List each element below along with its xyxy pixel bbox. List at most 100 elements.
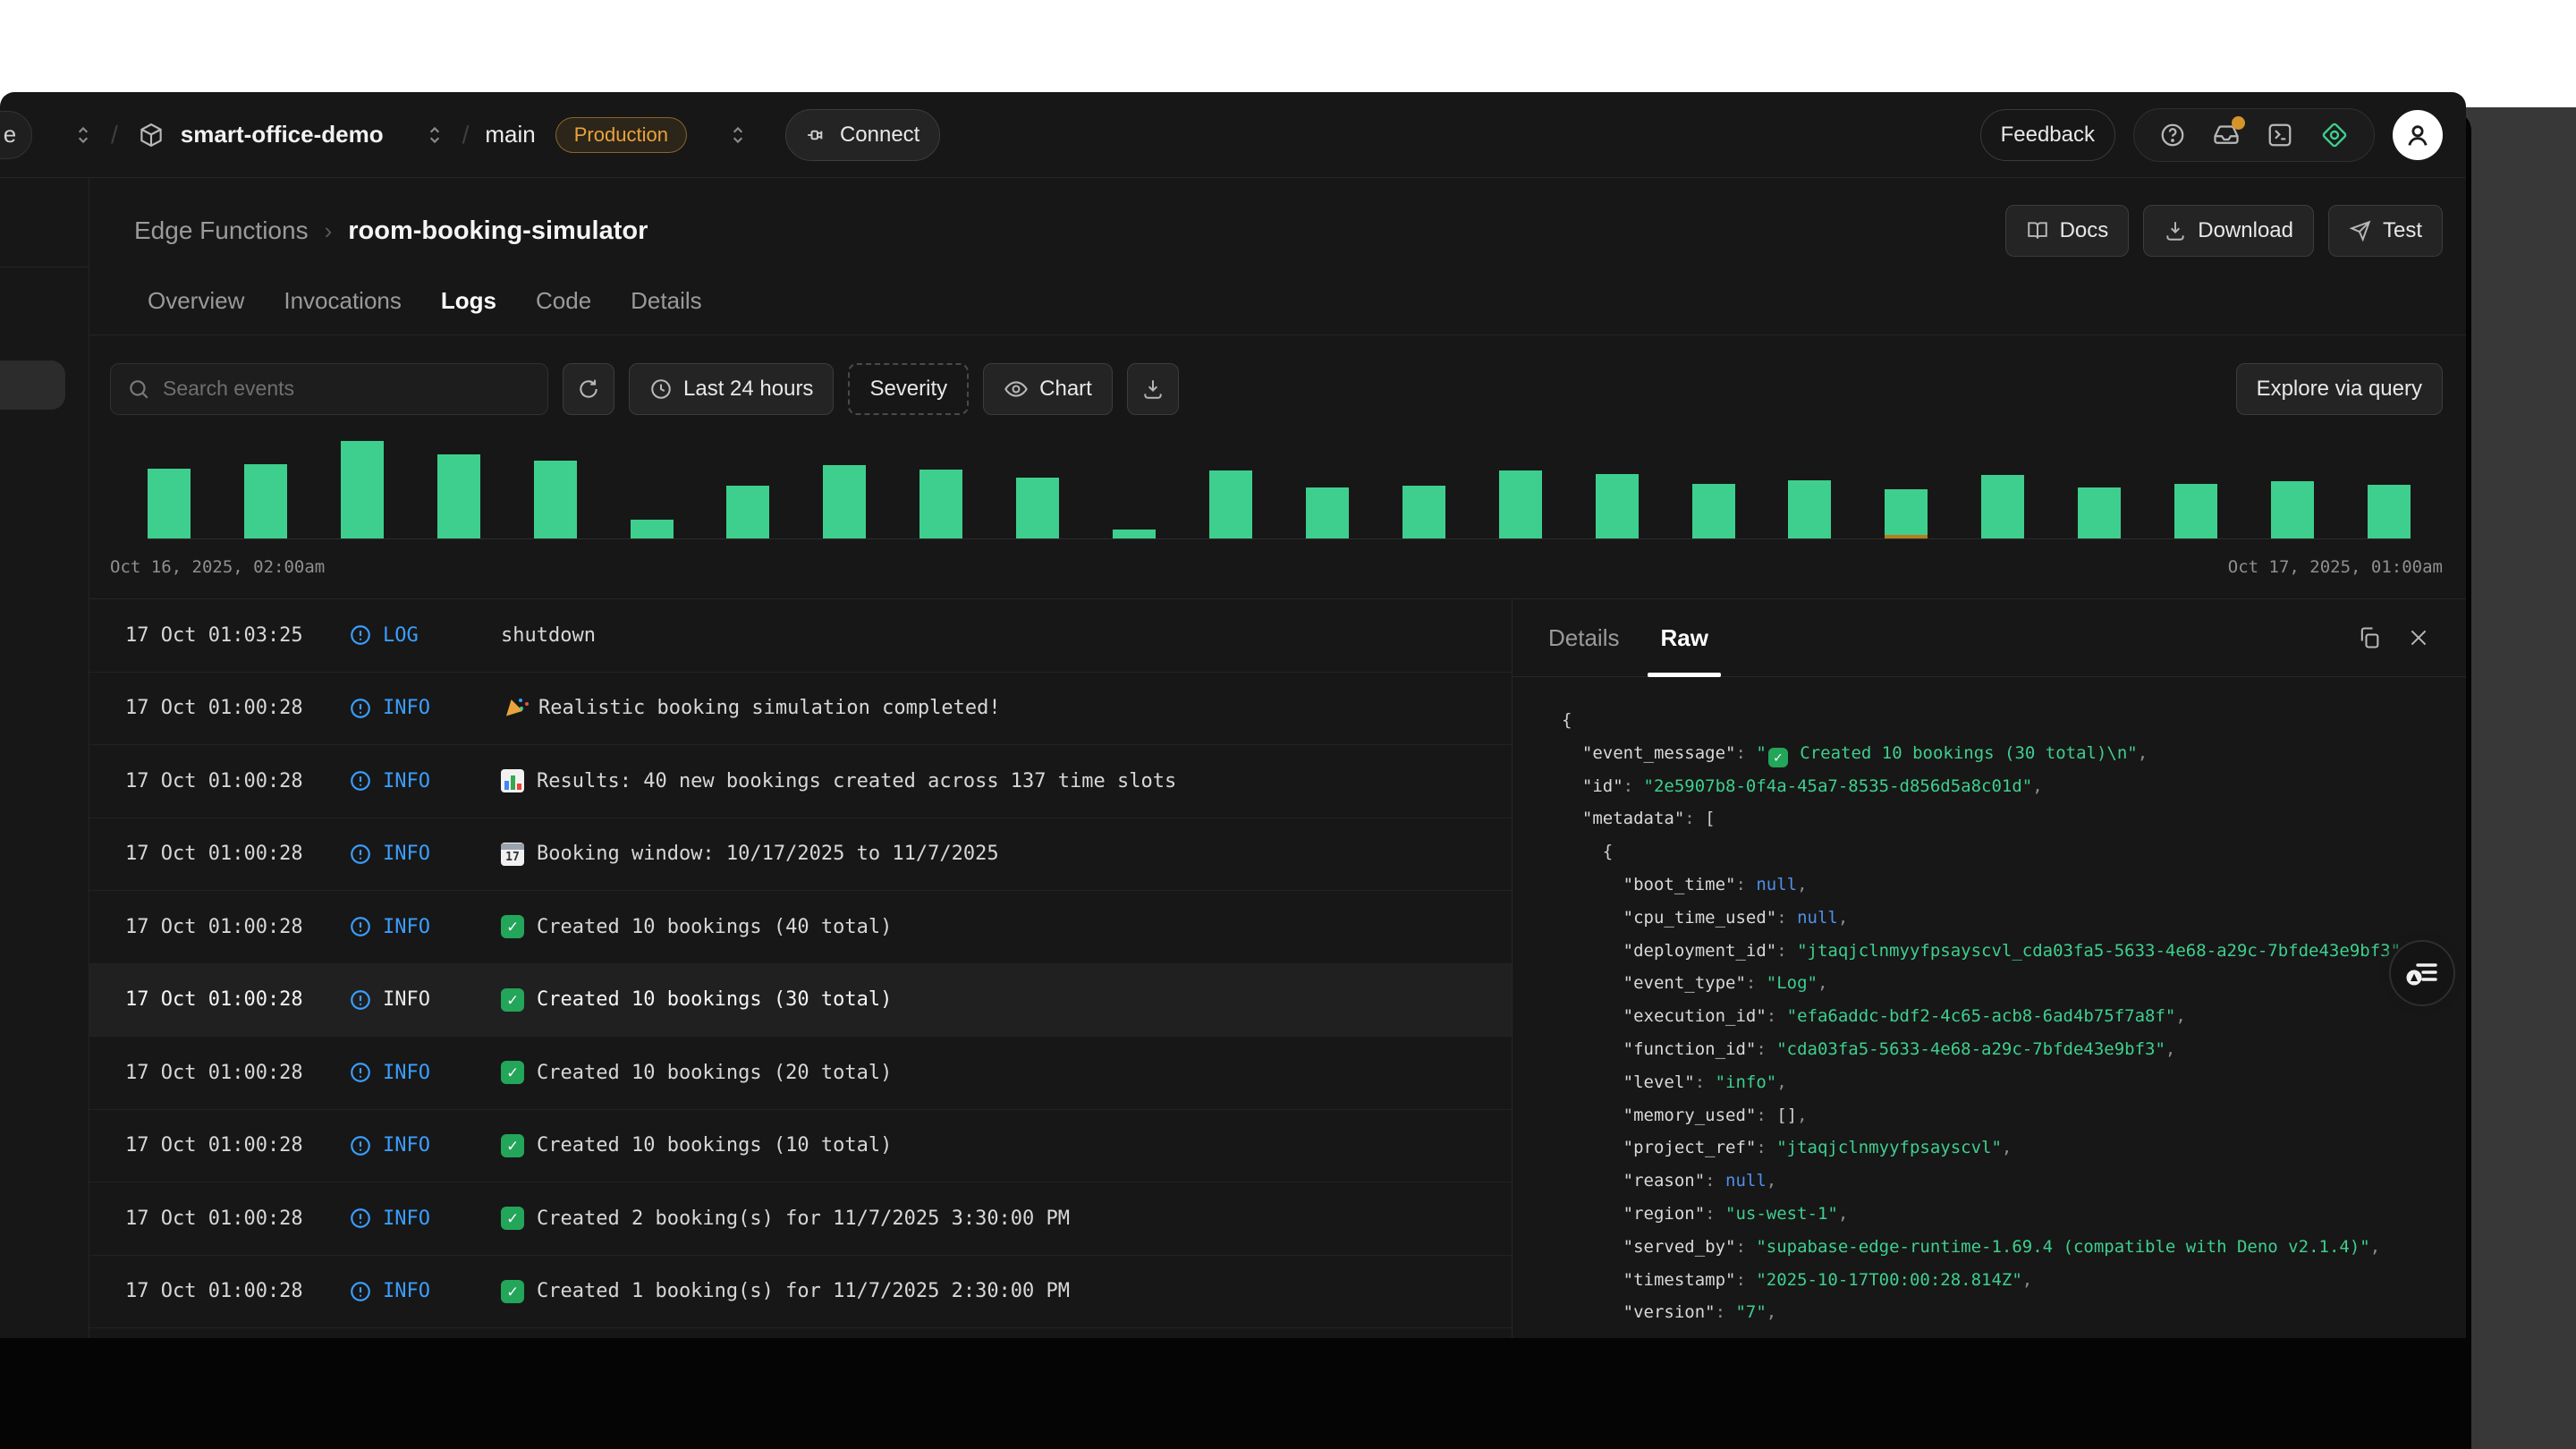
chart-bar[interactable] bbox=[1113, 441, 1156, 538]
project-breadcrumb: e / smart-office-demo / main Production bbox=[0, 109, 940, 161]
log-row[interactable]: 17 Oct 01:00:28INFORealistic booking sim… bbox=[89, 673, 1512, 746]
chart-bar[interactable] bbox=[726, 441, 769, 538]
topbar-right: Feedback bbox=[1980, 108, 2443, 162]
log-row[interactable]: 17 Oct 01:00:28INFO✓Created 2 booking(s)… bbox=[89, 1182, 1512, 1256]
sidebar-active-item[interactable] bbox=[0, 360, 65, 410]
chart-bar[interactable] bbox=[1981, 441, 2024, 538]
log-row[interactable]: 17 Oct 01:00:28INFO✓Created 10 bookings … bbox=[89, 891, 1512, 964]
help-icon[interactable] bbox=[2159, 122, 2186, 148]
alert-circle-icon bbox=[349, 623, 372, 647]
assistant-icon bbox=[2403, 954, 2441, 992]
feedback-button[interactable]: Feedback bbox=[1980, 109, 2115, 161]
chart-bar[interactable] bbox=[148, 441, 191, 538]
log-row[interactable]: 17 Oct 01:00:28INFO✓Created 1 booking(s)… bbox=[89, 1256, 1512, 1329]
chart-bar[interactable] bbox=[534, 441, 577, 538]
chevrons-updown-icon[interactable] bbox=[726, 123, 750, 147]
chart-bar[interactable] bbox=[1499, 441, 1542, 538]
severity-badge: INFO bbox=[349, 843, 501, 866]
chart-bar[interactable] bbox=[437, 441, 480, 538]
chart-bar[interactable] bbox=[1596, 441, 1639, 538]
log-row[interactable]: 17 Oct 01:00:28INFO✓Created 10 bookings … bbox=[89, 1110, 1512, 1183]
alert-circle-icon bbox=[349, 769, 372, 792]
org-switcher-partial[interactable]: e bbox=[0, 111, 32, 159]
chart-bar[interactable] bbox=[2174, 441, 2217, 538]
alert-circle-icon bbox=[349, 1061, 372, 1084]
download-label: Download bbox=[2198, 218, 2293, 243]
json-line: "function_id": "cda03fa5-5633-4e68-a29c-… bbox=[1562, 1033, 2466, 1066]
terminal-icon[interactable] bbox=[2267, 122, 2293, 148]
chart-bar[interactable] bbox=[1788, 441, 1831, 538]
log-row[interactable]: 17 Oct 01:00:28INFO✓Created 10 bookings … bbox=[89, 964, 1512, 1038]
log-row[interactable]: 17 Oct 01:00:28INFOResults: 40 new booki… bbox=[89, 745, 1512, 818]
close-icon[interactable] bbox=[2407, 626, 2430, 649]
log-message: Results: 40 new bookings created across … bbox=[501, 769, 1176, 792]
chart-bar[interactable] bbox=[1402, 441, 1445, 538]
tab-logs[interactable]: Logs bbox=[441, 287, 496, 315]
avatar[interactable] bbox=[2393, 110, 2443, 160]
chart-bar[interactable] bbox=[1692, 441, 1735, 538]
chevrons-updown-icon[interactable] bbox=[423, 123, 446, 147]
severity-badge: INFO bbox=[349, 988, 501, 1012]
explore-via-query-button[interactable]: Explore via query bbox=[2236, 363, 2443, 415]
refresh-icon bbox=[577, 377, 600, 401]
chart-bar[interactable] bbox=[1885, 441, 1928, 538]
chart-bar[interactable] bbox=[2271, 441, 2314, 538]
panel-tab-details[interactable]: Details bbox=[1548, 599, 1619, 677]
copy-icon[interactable] bbox=[2357, 625, 2382, 650]
chevrons-updown-icon[interactable] bbox=[72, 123, 95, 147]
chart-bar[interactable] bbox=[244, 441, 287, 538]
search-input[interactable] bbox=[163, 377, 531, 401]
check-icon: ✓ bbox=[501, 1280, 524, 1303]
inbox-icon[interactable] bbox=[2213, 122, 2240, 148]
severity-badge: LOG bbox=[349, 623, 501, 647]
severity-badge: INFO bbox=[349, 915, 501, 938]
chart-bar[interactable] bbox=[631, 441, 674, 538]
deploy-status-icon[interactable] bbox=[2320, 121, 2349, 149]
assistant-button[interactable] bbox=[2389, 940, 2455, 1006]
utility-icon-group bbox=[2133, 108, 2375, 162]
time-range-button[interactable]: Last 24 hours bbox=[629, 363, 834, 415]
breadcrumb-caret: › bbox=[325, 217, 333, 245]
chart-end-label: Oct 17, 2025, 01:00am bbox=[2228, 557, 2443, 577]
chart-bar[interactable] bbox=[2078, 441, 2121, 538]
json-line: "boot_time": null, bbox=[1562, 869, 2466, 902]
branch-name[interactable]: main bbox=[485, 121, 535, 148]
chart-bar[interactable] bbox=[341, 441, 384, 538]
main-content: Edge Functions › room-booking-simulator … bbox=[89, 178, 2466, 1338]
log-row[interactable]: 17 Oct 01:00:28INFO17Booking window: 10/… bbox=[89, 818, 1512, 892]
chart-bar[interactable] bbox=[2368, 441, 2411, 538]
tab-code[interactable]: Code bbox=[536, 287, 591, 315]
log-row[interactable]: 17 Oct 01:03:25LOGshutdown bbox=[89, 599, 1512, 673]
panel-tab-raw[interactable]: Raw bbox=[1660, 599, 1707, 677]
chart-bar[interactable] bbox=[1306, 441, 1349, 538]
test-button[interactable]: Test bbox=[2328, 205, 2443, 257]
app-window: e / smart-office-demo / main Production bbox=[0, 92, 2466, 1338]
chart-toggle-button[interactable]: Chart bbox=[983, 363, 1113, 415]
log-volume-chart bbox=[89, 421, 2466, 539]
check-icon: ✓ bbox=[501, 1207, 524, 1230]
breadcrumb-edge-functions[interactable]: Edge Functions bbox=[134, 216, 309, 245]
export-button[interactable] bbox=[1127, 363, 1179, 415]
chart-bar[interactable] bbox=[823, 441, 866, 538]
json-line: "served_by": "supabase-edge-runtime-1.69… bbox=[1562, 1231, 2466, 1264]
log-timestamp: 17 Oct 01:00:28 bbox=[125, 1134, 349, 1157]
severity-filter-button[interactable]: Severity bbox=[848, 363, 969, 415]
tab-overview[interactable]: Overview bbox=[148, 287, 244, 315]
project-name[interactable]: smart-office-demo bbox=[181, 121, 384, 148]
json-line: "event_type": "Log", bbox=[1562, 967, 2466, 1000]
tab-details[interactable]: Details bbox=[631, 287, 701, 315]
severity-label: INFO bbox=[383, 697, 430, 719]
docs-button[interactable]: Docs bbox=[2005, 205, 2130, 257]
chart-bar[interactable] bbox=[919, 441, 962, 538]
time-range-label: Last 24 hours bbox=[683, 377, 813, 402]
chart-bar[interactable] bbox=[1209, 441, 1252, 538]
refresh-button[interactable] bbox=[563, 363, 614, 415]
log-message: ✓Created 10 bookings (10 total) bbox=[501, 1134, 892, 1157]
log-row[interactable]: 17 Oct 01:00:28INFO✓Created 10 bookings … bbox=[89, 1037, 1512, 1110]
connect-button[interactable]: Connect bbox=[785, 109, 940, 161]
search-box[interactable] bbox=[110, 363, 548, 415]
chart-bar[interactable] bbox=[1016, 441, 1059, 538]
download-button[interactable]: Download bbox=[2143, 205, 2314, 257]
severity-label: INFO bbox=[383, 1062, 430, 1084]
tab-invocations[interactable]: Invocations bbox=[284, 287, 402, 315]
